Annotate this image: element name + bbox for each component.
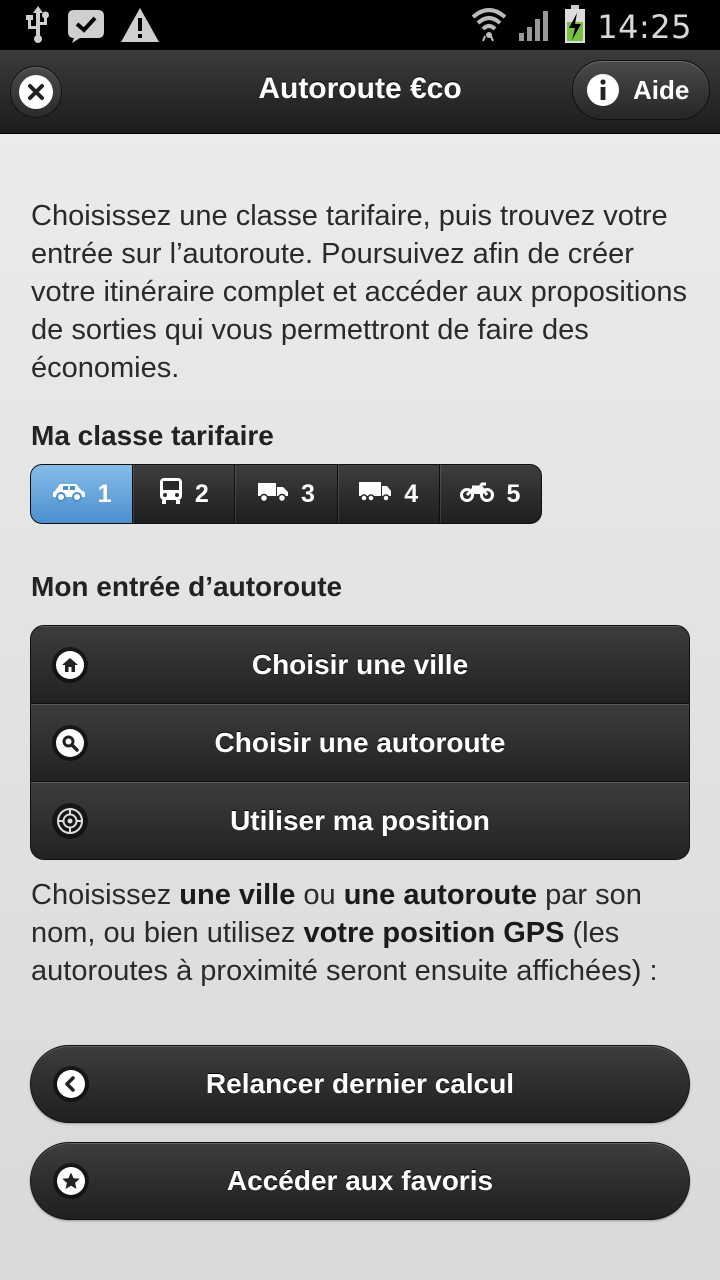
- favorites-label: Accéder aux favoris: [226, 1165, 494, 1196]
- class-4-button[interactable]: 4: [338, 465, 440, 523]
- warning-icon: [120, 6, 160, 49]
- help-text-emphasis: votre position GPS: [303, 917, 565, 949]
- class-4-label: 4: [404, 479, 419, 508]
- class-1-button[interactable]: 1: [31, 465, 134, 523]
- class-5-button[interactable]: 5: [440, 465, 541, 523]
- star-icon: [53, 1163, 89, 1199]
- favorites-button[interactable]: Accéder aux favoris: [30, 1142, 690, 1220]
- help-text-emphasis: une ville: [179, 879, 296, 911]
- class-5-label: 5: [506, 479, 521, 508]
- status-time: 14:25: [597, 7, 692, 46]
- use-position-button[interactable]: Utiliser ma position: [31, 782, 689, 859]
- help-text-part: ou: [295, 879, 344, 911]
- help-text-part: Choisissez: [31, 879, 180, 911]
- tariff-section-title: Ma classe tarifaire: [31, 420, 274, 451]
- relaunch-last-calculation-button[interactable]: Relancer dernier calcul: [30, 1045, 690, 1123]
- car-icon: [52, 480, 86, 509]
- entry-help-text: Choisissez une ville ou une autoroute pa…: [31, 876, 691, 990]
- status-bar: 14:25: [0, 0, 720, 50]
- signal-icon: [517, 5, 553, 48]
- home-icon: [52, 646, 88, 683]
- small-truck-icon: [257, 480, 289, 509]
- truck-icon: [358, 480, 392, 509]
- intro-text: Choisissez une classe tarifaire, puis tr…: [31, 200, 688, 384]
- app-header: Autoroute €co Aide: [0, 50, 720, 134]
- entry-options-list: Choisir une ville Choisir une autoroute …: [30, 625, 690, 860]
- use-position-label: Utiliser ma position: [230, 804, 490, 836]
- status-icons-right: 14:25: [471, 4, 692, 49]
- class-2-label: 2: [194, 479, 209, 508]
- help-text-emphasis: une autoroute: [343, 879, 538, 911]
- help-button[interactable]: Aide: [572, 60, 710, 120]
- choose-city-button[interactable]: Choisir une ville: [31, 626, 689, 704]
- motorcycle-icon: [460, 480, 495, 509]
- tariff-class-selector: 1 2 3 4 5: [30, 464, 542, 524]
- help-label: Aide: [633, 74, 690, 105]
- wifi-icon: [471, 5, 507, 48]
- gps-icon: [52, 802, 88, 839]
- status-icons-left: [24, 6, 160, 49]
- class-3-button[interactable]: 3: [235, 465, 338, 523]
- choose-highway-label: Choisir une autoroute: [214, 726, 506, 758]
- bus-icon: [159, 477, 183, 512]
- class-2-button[interactable]: 2: [133, 465, 236, 523]
- entry-section-title: Mon entrée d’autoroute: [31, 571, 343, 602]
- choose-highway-button[interactable]: Choisir une autoroute: [31, 704, 689, 782]
- back-arrow-icon: [53, 1066, 89, 1102]
- class-1-label: 1: [97, 479, 112, 508]
- notification-icon: [66, 6, 106, 49]
- info-icon: [587, 74, 619, 106]
- class-3-label: 3: [301, 479, 315, 508]
- battery-icon: [563, 4, 587, 49]
- relaunch-label: Relancer dernier calcul: [205, 1068, 515, 1099]
- search-icon: [52, 724, 88, 761]
- usb-icon: [24, 6, 52, 49]
- choose-city-label: Choisir une ville: [251, 648, 469, 680]
